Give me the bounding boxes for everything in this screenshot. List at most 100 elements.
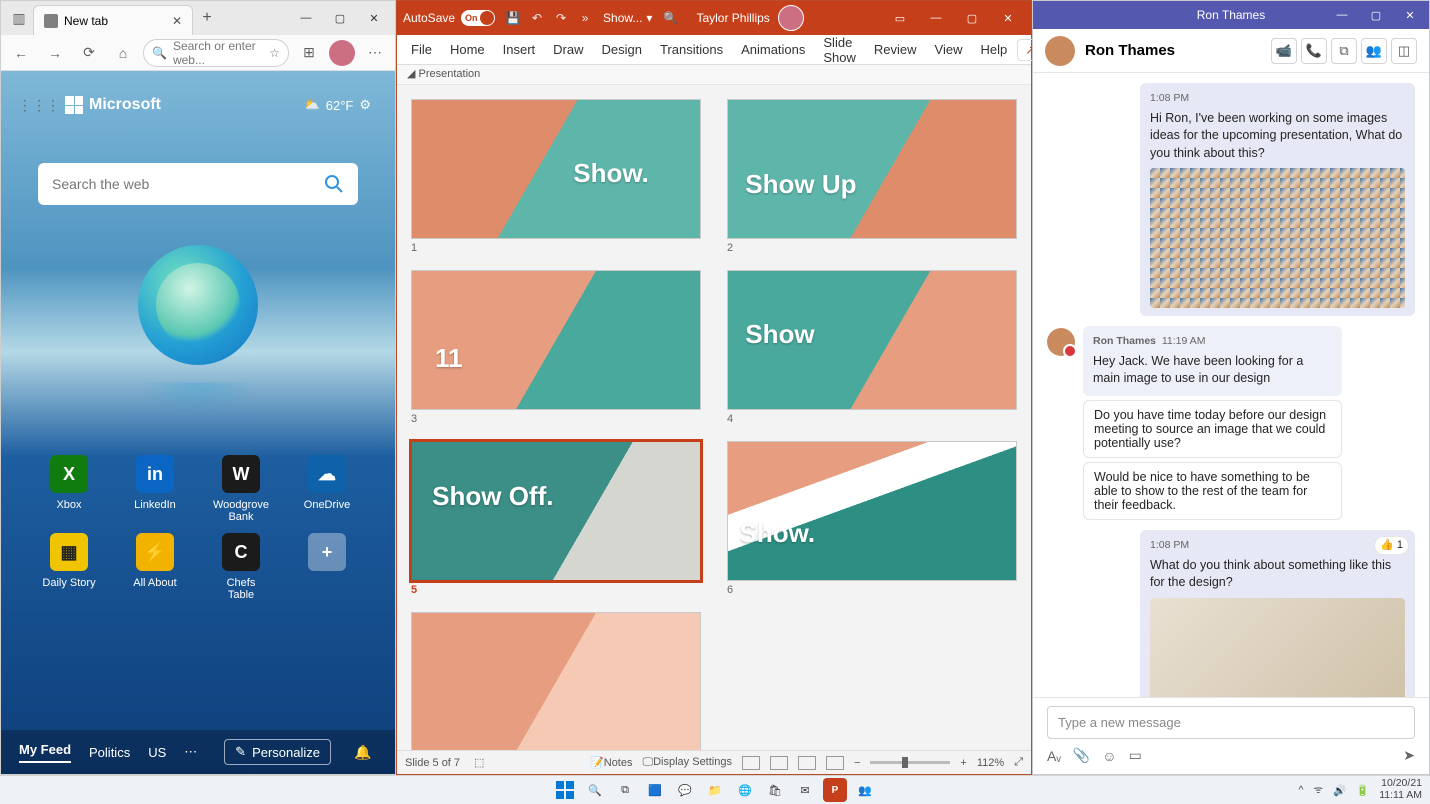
tab-actions-icon[interactable]: ▥ bbox=[5, 4, 33, 32]
quick-link-tile[interactable]: ▦Daily Story bbox=[41, 533, 97, 601]
popout-button[interactable]: ◫ bbox=[1391, 38, 1417, 64]
edge-taskbar-icon[interactable]: 🌐 bbox=[733, 778, 757, 802]
refresh-button[interactable]: ⟳ bbox=[75, 39, 103, 67]
notes-button[interactable]: 📝Notes bbox=[590, 756, 632, 769]
audio-call-button[interactable]: 📞 bbox=[1301, 38, 1327, 64]
forward-button[interactable]: → bbox=[41, 39, 69, 67]
quick-link-tile[interactable]: ☁OneDrive bbox=[299, 455, 355, 523]
back-button[interactable]: ← bbox=[7, 39, 35, 67]
quick-link-tile[interactable]: XXbox bbox=[41, 455, 97, 523]
qat-more-icon[interactable]: » bbox=[577, 10, 593, 26]
send-button[interactable]: ➤ bbox=[1403, 747, 1415, 764]
store-icon[interactable]: 🛍 bbox=[763, 778, 787, 802]
ribbon-tab-insert[interactable]: Insert bbox=[495, 38, 544, 61]
task-view-icon[interactable]: ⧉ bbox=[613, 778, 637, 802]
redo-icon[interactable]: ↷ bbox=[553, 10, 569, 26]
powerpoint-taskbar-icon[interactable]: P bbox=[823, 778, 847, 802]
message-image[interactable] bbox=[1150, 598, 1405, 697]
outline-header[interactable]: ◢ Presentation bbox=[397, 65, 1031, 85]
undo-icon[interactable]: ↶ bbox=[529, 10, 545, 26]
close-button[interactable]: ✕ bbox=[991, 3, 1025, 33]
chat-icon[interactable]: 💬 bbox=[673, 778, 697, 802]
mail-icon[interactable]: ✉ bbox=[793, 778, 817, 802]
maximize-button[interactable]: ▢ bbox=[955, 3, 989, 33]
quick-link-tile[interactable]: + bbox=[299, 533, 355, 601]
battery-icon[interactable]: 🔋 bbox=[1356, 784, 1369, 797]
gif-icon[interactable]: ▭ bbox=[1129, 747, 1142, 764]
app-launcher-icon[interactable]: ⋮⋮⋮ bbox=[25, 91, 53, 119]
minimize-button[interactable]: — bbox=[289, 3, 323, 33]
volume-icon[interactable]: 🔊 bbox=[1333, 784, 1346, 797]
ribbon-tab-help[interactable]: Help bbox=[972, 38, 1015, 61]
minimize-button[interactable]: — bbox=[1325, 1, 1359, 29]
read-aloud-icon[interactable]: ☆ bbox=[269, 46, 280, 60]
ribbon-tab-animations[interactable]: Animations bbox=[733, 38, 813, 61]
quick-link-tile[interactable]: CChefs Table bbox=[213, 533, 269, 601]
chat-message[interactable]: 1:08 PMHi Ron, I've been working on some… bbox=[1140, 83, 1415, 316]
reaction-badge[interactable]: 👍 1 bbox=[1374, 536, 1409, 555]
tray-overflow-icon[interactable]: ^ bbox=[1299, 784, 1304, 796]
format-icon[interactable]: Aᵥ bbox=[1047, 748, 1061, 764]
maximize-button[interactable]: ▢ bbox=[323, 3, 357, 33]
profile-avatar[interactable] bbox=[329, 40, 355, 66]
ribbon-tab-view[interactable]: View bbox=[927, 38, 971, 61]
clock[interactable]: 10/20/21 11:11 AM bbox=[1379, 778, 1422, 801]
home-button[interactable]: ⌂ bbox=[109, 39, 137, 67]
search-input[interactable]: Search the web bbox=[38, 163, 358, 205]
zoom-out-icon[interactable]: − bbox=[854, 757, 860, 769]
quick-link-tile[interactable]: WWoodgrove Bank bbox=[213, 455, 269, 523]
personalize-button[interactable]: ✎ Personalize bbox=[224, 739, 331, 765]
feed-tab-myfeed[interactable]: My Feed bbox=[19, 742, 71, 763]
ribbon-tab-review[interactable]: Review bbox=[866, 38, 925, 61]
reading-view-icon[interactable] bbox=[798, 756, 816, 770]
ribbon-tab-design[interactable]: Design bbox=[594, 38, 650, 61]
browser-tab[interactable]: New tab ✕ bbox=[33, 5, 193, 35]
address-bar[interactable]: 🔍 Search or enter web... ☆ bbox=[143, 39, 289, 67]
contact-avatar[interactable] bbox=[1045, 36, 1075, 66]
minimize-button[interactable]: — bbox=[919, 3, 953, 33]
close-tab-icon[interactable]: ✕ bbox=[172, 14, 182, 28]
add-people-button[interactable]: 👥 bbox=[1361, 38, 1387, 64]
slide-thumbnail[interactable]: Show Up2 bbox=[727, 99, 1017, 254]
ribbon-tab-file[interactable]: File bbox=[403, 38, 440, 61]
account-button[interactable]: Taylor Phillips bbox=[696, 5, 803, 31]
feed-tab-politics[interactable]: Politics bbox=[89, 745, 130, 760]
widgets-icon[interactable]: 🟦 bbox=[643, 778, 667, 802]
slide-thumbnail[interactable]: Show.1 bbox=[411, 99, 701, 254]
display-settings-button[interactable]: 🖵Display Settings bbox=[643, 756, 732, 769]
accessibility-icon[interactable]: ⬚ bbox=[474, 756, 484, 769]
ribbon-tab-slideshow[interactable]: Slide Show bbox=[815, 31, 864, 69]
fit-to-window-icon[interactable]: ⤢ bbox=[1014, 756, 1023, 769]
ribbon-tab-home[interactable]: Home bbox=[442, 38, 493, 61]
weather-widget[interactable]: ⛅ 62°F ⚙ bbox=[304, 97, 371, 113]
message-list[interactable]: 1:08 PMHi Ron, I've been working on some… bbox=[1033, 73, 1429, 697]
document-title[interactable]: Show...▾ bbox=[603, 11, 652, 25]
slide-thumbnail[interactable]: Show Off.5 bbox=[411, 441, 701, 596]
teams-taskbar-icon[interactable]: 👥 bbox=[853, 778, 877, 802]
message-image[interactable] bbox=[1150, 168, 1405, 308]
quick-link-tile[interactable]: inLinkedIn bbox=[127, 455, 183, 523]
save-icon[interactable]: 💾 bbox=[505, 10, 521, 26]
close-button[interactable]: ✕ bbox=[1393, 1, 1427, 29]
notifications-icon[interactable]: 🔔 bbox=[349, 738, 377, 766]
zoom-slider[interactable] bbox=[870, 761, 950, 764]
slide-thumbnail[interactable]: 113 bbox=[411, 270, 701, 425]
wifi-icon[interactable]: ᯤ bbox=[1313, 783, 1323, 797]
sorter-view-icon[interactable] bbox=[770, 756, 788, 770]
explorer-icon[interactable]: 📁 bbox=[703, 778, 727, 802]
message-input[interactable]: Type a new message bbox=[1047, 706, 1415, 739]
ribbon-display-icon[interactable]: ▭ bbox=[883, 3, 917, 33]
emoji-icon[interactable]: ☺ bbox=[1102, 748, 1116, 764]
close-button[interactable]: ✕ bbox=[357, 3, 391, 33]
video-call-button[interactable]: 📹 bbox=[1271, 38, 1297, 64]
normal-view-icon[interactable] bbox=[742, 756, 760, 770]
attach-icon[interactable]: 📎 bbox=[1073, 747, 1090, 764]
search-icon[interactable]: 🔍 bbox=[662, 10, 678, 26]
slide-thumbnail[interactable]: Show4 bbox=[727, 270, 1017, 425]
search-taskbar-icon[interactable]: 🔍 bbox=[583, 778, 607, 802]
feed-tab-us[interactable]: US bbox=[148, 745, 166, 760]
start-button[interactable] bbox=[553, 778, 577, 802]
slide-thumbnail[interactable]: 7 bbox=[411, 612, 701, 750]
maximize-button[interactable]: ▢ bbox=[1359, 1, 1393, 29]
settings-icon[interactable]: ⚙ bbox=[359, 97, 371, 113]
